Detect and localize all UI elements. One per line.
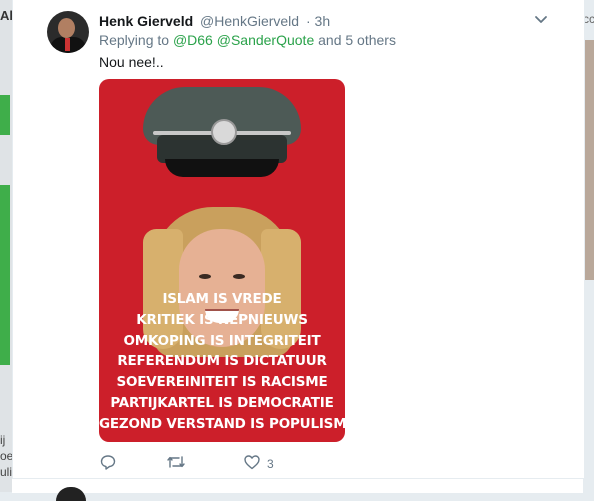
tweet-header: Henk Gierveld @HenkGierveld · 3h xyxy=(99,12,330,30)
reply-button[interactable] xyxy=(99,454,117,474)
next-tweet-avatar[interactable] xyxy=(56,487,86,501)
tweet-time[interactable]: 3h xyxy=(315,13,331,29)
reply-icon xyxy=(99,453,117,476)
image-cap-visor xyxy=(165,159,279,177)
author-name[interactable]: Henk Gierveld xyxy=(99,13,193,29)
left-green-block-2 xyxy=(0,185,10,365)
tweet-image[interactable]: ISLAM IS VREDE KRITIEK IS NEPNIEUWS OMKO… xyxy=(99,79,345,442)
retweet-button[interactable] xyxy=(166,454,186,474)
author-handle[interactable]: @HenkGierveld xyxy=(200,13,299,29)
avatar-tie xyxy=(65,38,70,51)
next-tweet-preview[interactable] xyxy=(12,478,583,501)
right-background-photo xyxy=(584,40,594,280)
image-eye xyxy=(233,274,245,279)
mention-link[interactable]: @SanderQuote xyxy=(217,32,315,48)
slogan-line: OMKOPING IS INTEGRITEIT xyxy=(123,332,321,349)
slogan-line: ISLAM IS VREDE xyxy=(162,291,282,307)
slogan-line: SOEVEREINITEIT IS RACISME xyxy=(116,374,328,391)
tweet-card[interactable]: Henk Gierveld @HenkGierveld · 3h Replyin… xyxy=(12,0,585,478)
slogan-line: PARTIJKARTEL IS DEMOCRATIE xyxy=(110,394,334,411)
left-background-panel xyxy=(0,0,12,492)
like-button[interactable]: 3 xyxy=(243,454,274,474)
slogan-line: KRITIEK IS NEPNIEUWS xyxy=(136,311,308,328)
tweet-actions: 3 xyxy=(99,454,399,474)
like-count: 3 xyxy=(267,457,274,471)
image-eye xyxy=(199,274,211,279)
mention-link[interactable]: @D66 xyxy=(173,32,213,48)
image-slogans: ISLAM IS VREDE KRITIEK IS NEPNIEUWS OMKO… xyxy=(99,289,345,435)
others-link[interactable]: and 5 others xyxy=(318,32,396,48)
slogan-line: REFERENDUM IS DICTATUUR xyxy=(117,353,327,370)
image-cap-badge xyxy=(211,119,237,145)
avatar[interactable] xyxy=(47,11,89,53)
left-green-block xyxy=(0,95,10,135)
retweet-icon xyxy=(166,453,186,476)
heart-icon xyxy=(243,453,261,476)
time-separator: · xyxy=(305,13,311,29)
avatar-face xyxy=(58,18,75,38)
tweet-text: Nou nee!.. xyxy=(99,54,164,70)
replying-prefix: Replying to xyxy=(99,32,170,48)
replying-to-line: Replying to @D66 @SanderQuote and 5 othe… xyxy=(99,32,396,48)
right-background-panel xyxy=(584,0,594,492)
chevron-down-icon[interactable] xyxy=(533,12,549,28)
slogan-line: GEZOND VERSTAND IS POPULISME xyxy=(99,415,345,432)
